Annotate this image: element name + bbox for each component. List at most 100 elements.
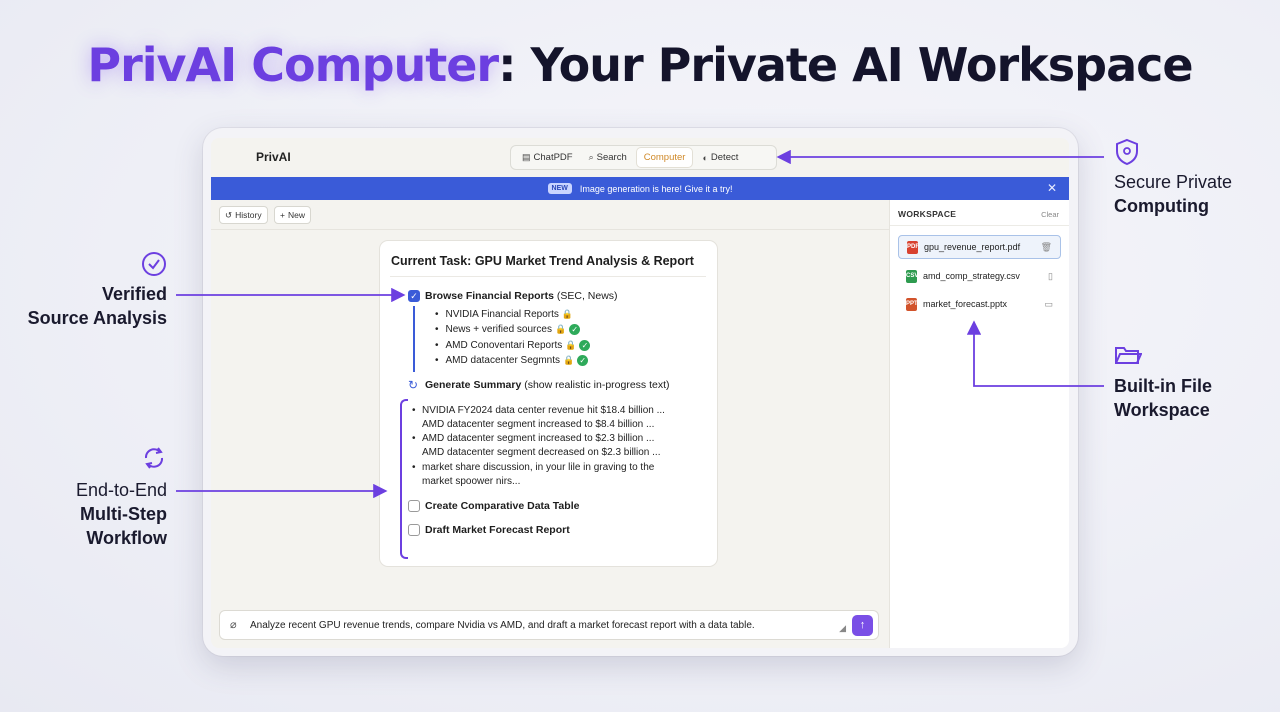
callout-verified: Verified Source Analysis: [28, 282, 167, 330]
lock-icon: 🔒: [565, 340, 577, 350]
callout-line: Source Analysis: [27, 308, 167, 328]
task-title: Current Task: GPU Market Trend Analysis …: [391, 254, 694, 268]
pptx-icon: PPT: [906, 297, 918, 311]
folder-icon[interactable]: ▭: [1044, 299, 1053, 310]
summary-line: NVIDIA FY2024 data center revenue hit $1…: [412, 405, 665, 416]
close-icon[interactable]: ✕: [1047, 181, 1057, 195]
app-window: PrivAI ▤ ChatPDF ⌕ Search Computer ◐ Det…: [211, 138, 1069, 648]
tab-chatpdf[interactable]: ▤ ChatPDF: [515, 148, 580, 167]
workspace-panel: WORKSPACE Clear PDF gpu_revenue_report.p…: [889, 200, 1069, 648]
headline-brand: PrivAI Computer: [87, 38, 499, 92]
app-name: PrivAI: [256, 150, 291, 164]
workflow-bracket: [400, 399, 408, 559]
file-name: amd_comp_strategy.csv: [923, 271, 1020, 281]
callout-line: Secure Private: [1114, 172, 1233, 192]
callout-secure: Secure Private Computing: [1114, 170, 1232, 218]
trash-icon[interactable]: 🗑: [1041, 242, 1052, 253]
headline-rest: : Your Private AI Workspace: [498, 38, 1193, 92]
tab-label: Computer: [643, 152, 686, 163]
announcement-banner: NEW Image generation is here! Give it a …: [211, 177, 1069, 200]
step-create-table: Create Comparative Data Table: [408, 500, 579, 512]
pdf-icon: PDF: [907, 240, 919, 254]
tab-detect[interactable]: ◐ Detect: [695, 148, 745, 167]
plus-icon: +: [280, 210, 285, 220]
step-title: Draft Market Forecast Report: [425, 524, 570, 536]
step-title: Create Comparative Data Table: [425, 500, 580, 512]
shield-icon: ◐: [702, 152, 708, 163]
file-name: market_forecast.pptx: [923, 299, 1008, 309]
search-icon: ⌕: [588, 152, 594, 162]
callout-line: Built-in File: [1114, 376, 1212, 396]
file-item[interactable]: PPT market_forecast.pptx ▭: [898, 292, 1061, 316]
step-detail: (SEC, News): [553, 290, 618, 302]
source-item: News + verified sources 🔒 ✓: [435, 324, 581, 335]
step-summary: ↻ Generate Summary (show realistic in-pr…: [408, 379, 670, 391]
step-detail: (show realistic in-progress text): [521, 379, 670, 391]
divider: [390, 276, 706, 277]
file-item[interactable]: PDF gpu_revenue_report.pdf 🗑: [898, 235, 1061, 259]
main-panel: ↺ History + New Current Task: GPU Market…: [211, 200, 889, 648]
file-name: gpu_revenue_report.pdf: [924, 242, 1021, 252]
checkbox-unchecked[interactable]: [408, 524, 420, 536]
lock-icon: 🔒: [561, 309, 574, 319]
folder-open-icon: [1115, 347, 1142, 364]
file-item[interactable]: CSV amd_comp_strategy.csv ▯: [898, 264, 1061, 288]
source-item: NVIDIA Financial Reports 🔒: [435, 309, 574, 320]
tab-search[interactable]: ⌕ Search: [582, 148, 634, 167]
callout-line: Computing: [1114, 196, 1209, 216]
summary-line: market share discussion, in your lile in…: [412, 462, 654, 473]
step-title: Browse Financial Reports: [425, 290, 554, 302]
callout-line: Workspace: [1114, 400, 1210, 420]
check-circle-icon: ✓: [577, 355, 589, 366]
top-bar: PrivAI ▤ ChatPDF ⌕ Search Computer ◐ Det…: [211, 138, 1069, 177]
step-title: Generate Summary: [425, 379, 522, 391]
prompt-text[interactable]: Analyze recent GPU revenue trends, compa…: [250, 620, 755, 631]
shield-icon: [1116, 138, 1138, 166]
loading-icon: ↻: [408, 378, 419, 392]
clear-button[interactable]: Clear: [1041, 210, 1059, 219]
checkbox-checked[interactable]: ✓: [408, 290, 420, 302]
resize-handle-icon[interactable]: ◢: [839, 623, 846, 634]
new-button[interactable]: + New: [274, 206, 311, 224]
source-item: AMD datacenter Segmnts 🔒 ✓: [435, 355, 589, 366]
callout-line: End-to-End: [75, 480, 167, 500]
history-button[interactable]: ↺ History: [219, 206, 268, 224]
tab-computer[interactable]: Computer: [635, 147, 694, 168]
new-label: New: [287, 210, 305, 220]
check-circle-icon: ✓: [569, 324, 581, 335]
divider: [890, 225, 1069, 226]
summary-line: AMD datacenter segment decreased on $2.3…: [422, 447, 661, 458]
callout-line: Workflow: [86, 528, 167, 548]
summary-line: AMD datacenter segment increased to $8.4…: [422, 419, 655, 430]
tab-label: ChatPDF: [533, 152, 573, 163]
history-label: History: [235, 210, 262, 220]
callout-workflow: End-to-End Multi-Step Workflow: [76, 478, 167, 550]
lock-icon: 🔒: [554, 324, 567, 334]
tab-label: Detect: [710, 152, 739, 163]
banner-text[interactable]: Image generation is here! Give it a try!: [580, 184, 733, 194]
prompt-input[interactable]: ⌀ Analyze recent GPU revenue trends, com…: [219, 610, 879, 640]
checkbox-unchecked[interactable]: [408, 500, 420, 512]
callout-line: Verified: [101, 284, 167, 304]
page-headline: PrivAI Computer: Your Private AI Workspa…: [0, 38, 1280, 92]
step-draft-report: Draft Market Forecast Report: [408, 524, 570, 536]
history-icon: ↺: [225, 209, 233, 220]
nav-tabs: ▤ ChatPDF ⌕ Search Computer ◐ Detect: [510, 145, 777, 170]
check-circle-icon: [142, 252, 166, 276]
callout-files: Built-in File Workspace: [1114, 374, 1212, 422]
divider: [211, 229, 889, 230]
send-button[interactable]: ↑: [852, 615, 873, 636]
callout-line: Multi-Step: [80, 504, 167, 524]
task-card: Current Task: GPU Market Trend Analysis …: [379, 240, 718, 567]
step-browse: ✓ Browse Financial Reports (SEC, News): [408, 290, 618, 302]
paperclip-icon[interactable]: ⌀: [230, 618, 237, 631]
summary-line: AMD datacenter segment increased to $2.3…: [412, 433, 654, 444]
document-icon: ▤: [522, 152, 531, 162]
refresh-icon: [144, 447, 164, 469]
workspace-title: WORKSPACE: [898, 209, 957, 219]
lock-icon: 🔒: [563, 355, 575, 365]
check-circle-icon: ✓: [579, 340, 591, 351]
progress-line: [413, 306, 415, 372]
pin-icon[interactable]: ▯: [1048, 271, 1053, 282]
source-item: AMD Conoventari Reports 🔒 ✓: [435, 340, 591, 351]
